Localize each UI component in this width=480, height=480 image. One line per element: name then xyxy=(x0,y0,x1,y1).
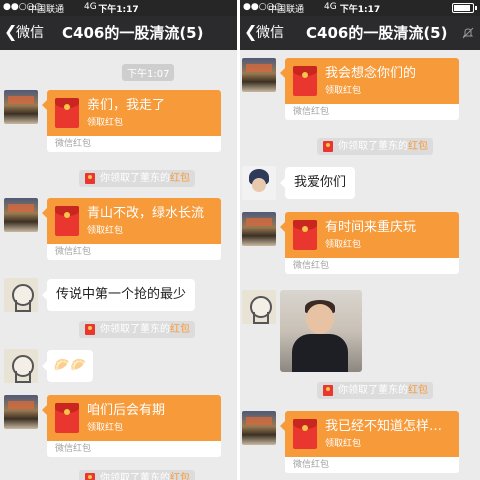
claim-label: 领取红包 xyxy=(325,240,362,250)
avatar[interactable] xyxy=(242,166,276,200)
red-packet-link[interactable]: 红包 xyxy=(408,385,428,396)
chat-screen-right: ●●○○○ 中国联通 4G 下午1:17 ❮ 微信 C406的一股清流(5) 我… xyxy=(240,0,480,480)
red-packet-message[interactable]: 我已经不知道怎样… 领取红包 微信红包 xyxy=(280,411,459,473)
packet-footer: 微信红包 xyxy=(293,261,330,271)
claim-label: 领取红包 xyxy=(87,118,124,128)
avatar[interactable] xyxy=(4,198,38,232)
red-packet-text: 亲们，我走了 xyxy=(87,98,166,113)
red-envelope-icon xyxy=(323,141,333,152)
back-button[interactable]: 微信 xyxy=(256,24,284,42)
red-packet-message[interactable]: 亲们，我走了 领取红包 微信红包 xyxy=(42,90,221,152)
avatar[interactable] xyxy=(4,395,38,429)
red-packet-text: 我已经不知道怎样… xyxy=(325,419,443,434)
red-packet-text: 咱们后会有期 xyxy=(87,403,166,418)
red-packet-link[interactable]: 红包 xyxy=(408,141,428,152)
chat-screen-left: ●●○○○ 中国联通 4G 下午1:17 ❮ 微信 C406的一股清流(5) 下… xyxy=(0,0,237,480)
message-text: 传说中第一个抢的最少 xyxy=(56,287,187,302)
red-packet-message[interactable]: 青山不改，绿水长流 领取红包 微信红包 xyxy=(42,198,221,260)
claim-label: 领取红包 xyxy=(87,226,124,236)
text-message[interactable]: 我爱你们 xyxy=(280,167,356,199)
red-envelope-icon xyxy=(55,403,79,433)
battery-icon xyxy=(452,3,477,13)
status-bar: ●●○○○ 中国联通 4G 下午1:17 xyxy=(0,0,237,16)
red-packet-message[interactable]: 我会想念你们的 领取红包 微信红包 xyxy=(280,58,459,120)
system-text: 你领取了董东的 xyxy=(338,385,408,396)
avatar[interactable] xyxy=(242,212,276,246)
system-text: 你领取了董东的 xyxy=(100,324,170,335)
system-message: 你领取了董东的红包 xyxy=(79,170,195,187)
text-message[interactable]: 传说中第一个抢的最少 xyxy=(42,279,196,311)
chat-title: C406的一股清流(5) xyxy=(62,24,204,42)
status-time: 下午1:17 xyxy=(339,5,381,15)
red-envelope-icon xyxy=(323,385,333,396)
system-message: 你领取了董东的红包 xyxy=(79,321,195,338)
back-button[interactable]: 微信 xyxy=(16,24,44,42)
system-text: 你领取了董东的 xyxy=(100,173,170,184)
chat-header: ❮ 微信 C406的一股清流(5) xyxy=(240,16,480,50)
red-envelope-icon xyxy=(293,66,317,96)
packet-footer: 微信红包 xyxy=(55,444,92,454)
avatar[interactable] xyxy=(4,278,38,312)
red-envelope-icon xyxy=(293,419,317,449)
system-message: 你领取了董东的红包 xyxy=(317,138,433,155)
red-envelope-icon xyxy=(55,98,79,128)
packet-footer: 微信红包 xyxy=(55,247,92,257)
red-envelope-icon xyxy=(55,206,79,236)
avatar[interactable] xyxy=(4,90,38,124)
avatar[interactable] xyxy=(4,349,38,383)
system-message: 你领取了董东的红包 xyxy=(317,382,433,399)
red-envelope-icon xyxy=(293,220,317,250)
chat-header: ❮ 微信 C406的一股清流(5) xyxy=(0,16,237,50)
mute-icon xyxy=(462,27,474,39)
avatar[interactable] xyxy=(242,411,276,445)
red-packet-text: 青山不改，绿水长流 xyxy=(87,206,205,221)
red-packet-link[interactable]: 红包 xyxy=(170,324,190,335)
system-message: 你领取了董东的红包 xyxy=(79,470,195,480)
system-text: 你领取了董东的 xyxy=(338,141,408,152)
packet-footer: 微信红包 xyxy=(55,139,92,149)
red-envelope-icon xyxy=(85,324,95,335)
avatar[interactable] xyxy=(242,58,276,92)
system-text: 你领取了董东的 xyxy=(100,473,170,480)
emoji-message[interactable]: 🥟🥟 xyxy=(42,350,93,382)
image-message[interactable] xyxy=(280,290,362,372)
emoji-text: 🥟🥟 xyxy=(53,358,87,373)
packet-footer: 微信红包 xyxy=(293,460,330,470)
red-envelope-icon xyxy=(85,173,95,184)
claim-label: 领取红包 xyxy=(87,423,124,433)
red-packet-text: 有时间来重庆玩 xyxy=(325,220,417,235)
claim-label: 领取红包 xyxy=(325,439,362,449)
avatar[interactable] xyxy=(242,290,276,324)
claim-label: 领取红包 xyxy=(325,86,362,96)
chat-title: C406的一股清流(5) xyxy=(306,24,448,42)
red-envelope-icon xyxy=(85,473,95,480)
message-text: 我爱你们 xyxy=(294,175,347,190)
red-packet-text: 我会想念你们的 xyxy=(325,66,417,81)
red-packet-message[interactable]: 咱们后会有期 领取红包 微信红包 xyxy=(42,395,221,457)
red-packet-link[interactable]: 红包 xyxy=(170,173,190,184)
status-time: 下午1:17 xyxy=(98,5,139,15)
status-bar: ●●○○○ 中国联通 4G 下午1:17 xyxy=(240,0,480,16)
red-packet-message[interactable]: 有时间来重庆玩 领取红包 微信红包 xyxy=(280,212,459,274)
timestamp: 下午1:07 xyxy=(122,64,175,81)
red-packet-link[interactable]: 红包 xyxy=(170,473,190,480)
packet-footer: 微信红包 xyxy=(293,107,330,117)
